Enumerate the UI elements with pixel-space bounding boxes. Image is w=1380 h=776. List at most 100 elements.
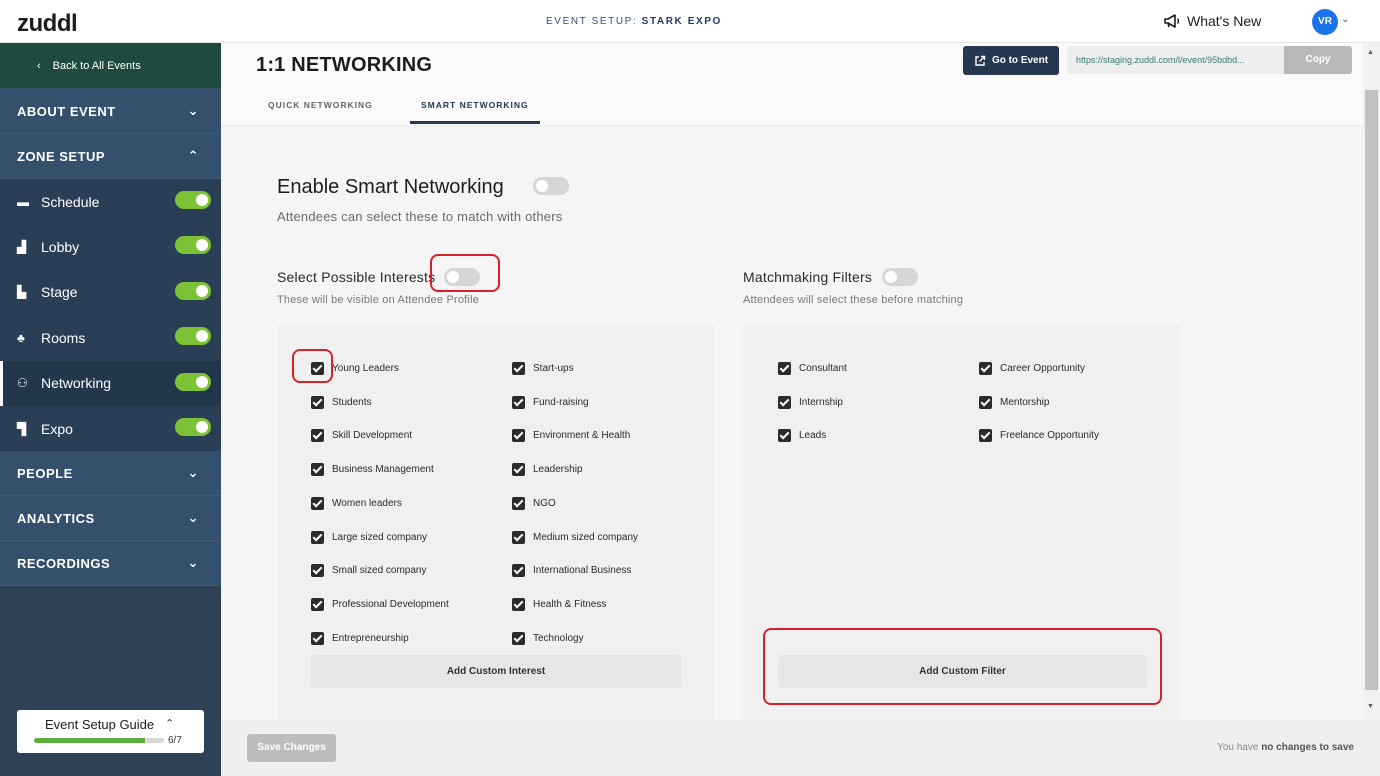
checkbox-item[interactable]: International Business: [512, 564, 631, 578]
scroll-down-arrow-icon[interactable]: ▼: [1367, 703, 1374, 710]
checkbox-checked[interactable]: [979, 429, 992, 443]
sidebar-item-expo[interactable]: ▜ Expo: [0, 405, 221, 452]
scroll-thumb[interactable]: [1365, 90, 1378, 690]
save-changes-button[interactable]: Save Changes: [247, 734, 336, 762]
checkbox-item[interactable]: Health & Fitness: [512, 597, 606, 611]
tab-smart-networking[interactable]: SMART NETWORKING: [421, 100, 529, 110]
checkbox-checked[interactable]: [512, 530, 525, 544]
checkbox-checked[interactable]: [512, 362, 525, 375]
stage-toggle[interactable]: [175, 281, 211, 300]
checkbox-checked[interactable]: [778, 362, 791, 375]
sidebar-section-analytics[interactable]: ANALYTICS ⌄: [0, 496, 221, 542]
chevron-up-icon[interactable]: ⌃: [165, 717, 174, 730]
whats-new-button[interactable]: What's New: [1163, 13, 1261, 29]
lobby-toggle[interactable]: [175, 236, 211, 255]
active-tab-indicator: [410, 121, 540, 124]
sidebar-item-networking[interactable]: ⚇ Networking: [0, 360, 221, 406]
filters-desc: Attendees will select these before match…: [743, 294, 964, 306]
copy-url-button[interactable]: Copy: [1284, 46, 1352, 74]
checkbox-label: Medium sized company: [533, 531, 639, 543]
highlight-interests-toggle: [430, 254, 500, 292]
filters-title: Matchmaking Filters: [743, 269, 873, 285]
checkbox-item[interactable]: Skill Development: [311, 429, 412, 443]
people-icon: ⚇: [17, 376, 28, 391]
checkbox-checked[interactable]: [512, 631, 525, 645]
save-status: You have no changes to save: [1217, 742, 1354, 753]
checkbox-checked[interactable]: [512, 496, 525, 510]
checkbox-item[interactable]: Leadership: [512, 463, 583, 477]
checkbox-label: Career Opportunity: [1000, 363, 1086, 374]
checkbox-checked[interactable]: [311, 530, 324, 544]
checkbox-checked[interactable]: [311, 631, 324, 645]
checkbox-checked[interactable]: [512, 597, 525, 611]
sidebar-item-rooms[interactable]: ♣ Rooms: [0, 315, 221, 361]
checkbox-checked[interactable]: [512, 463, 525, 477]
section-label: ABOUT EVENT: [17, 103, 116, 119]
event-setup-guide[interactable]: Event Setup Guide ⌃ 6/7: [17, 710, 204, 753]
sidebar-section-zone-setup[interactable]: ZONE SETUP ⌃: [0, 134, 221, 179]
sidebar-section-about-event[interactable]: ABOUT EVENT ⌄: [0, 89, 221, 134]
checkbox-item[interactable]: Freelance Opportunity: [979, 429, 1099, 443]
interests-title: Select Possible Interests: [277, 269, 436, 285]
checkbox-checked[interactable]: [512, 429, 525, 443]
event-title-prefix: EVENT SETUP:: [546, 16, 642, 27]
checkbox-checked[interactable]: [311, 564, 324, 578]
sidebar-section-recordings[interactable]: RECORDINGS ⌄: [0, 541, 221, 587]
event-name: STARK EXPO: [641, 16, 722, 27]
chevron-down-icon[interactable]: ⌄: [1341, 14, 1349, 25]
rooms-toggle[interactable]: [175, 327, 211, 346]
checkbox-checked[interactable]: [311, 496, 324, 510]
sidebar-item-stage[interactable]: ▙ Stage: [0, 269, 221, 316]
checkbox-checked[interactable]: [778, 429, 791, 443]
checkbox-item[interactable]: Professional Development: [311, 597, 449, 611]
checkbox-item[interactable]: Start-ups: [512, 362, 574, 375]
checkbox-item[interactable]: Consultant: [778, 362, 847, 375]
sidebar-item-lobby[interactable]: ▟ Lobby: [0, 224, 221, 270]
checkbox-checked[interactable]: [311, 463, 324, 477]
checkbox-checked[interactable]: [512, 395, 525, 409]
section-label: PEOPLE: [17, 465, 73, 481]
checkbox-item[interactable]: Large sized company: [311, 530, 427, 544]
checkbox-checked[interactable]: [979, 395, 992, 409]
checkbox-item[interactable]: NGO: [512, 496, 556, 510]
filters-toggle[interactable]: [882, 268, 918, 286]
checkbox-item[interactable]: Medium sized company: [512, 530, 639, 544]
event-url-field[interactable]: https://staging.zuddl.com/l/event/95bdbd…: [1067, 46, 1284, 74]
schedule-toggle[interactable]: [175, 191, 211, 209]
add-custom-interest-button[interactable]: Add Custom Interest: [311, 655, 681, 688]
checkbox-item[interactable]: Entrepreneurship: [311, 631, 409, 645]
checkbox-checked[interactable]: [311, 395, 324, 409]
checkbox-checked[interactable]: [311, 429, 324, 443]
checkbox-label: Business Management: [332, 464, 434, 476]
checkbox-item[interactable]: Internship: [778, 395, 843, 409]
user-avatar[interactable]: VR: [1312, 9, 1338, 35]
checkbox-item[interactable]: Small sized company: [311, 564, 426, 578]
go-to-event-button[interactable]: Go to Event: [963, 46, 1059, 75]
page-title: 1:1 NETWORKING: [256, 54, 433, 76]
sidebar: ‹ Back to All Events ABOUT EVENT ⌄ ZONE …: [0, 43, 221, 776]
checkbox-item[interactable]: Leads: [778, 429, 826, 443]
checkbox-checked[interactable]: [311, 597, 324, 611]
checkbox-item[interactable]: Women leaders: [311, 496, 402, 510]
expo-toggle[interactable]: [175, 417, 211, 436]
back-to-events-link[interactable]: ‹ Back to All Events: [0, 43, 221, 89]
checkbox-item[interactable]: Fund-raising: [512, 395, 589, 409]
tab-quick-networking[interactable]: QUICK NETWORKING: [268, 100, 373, 110]
sidebar-item-schedule[interactable]: ▬ Schedule: [0, 179, 221, 225]
checkbox-checked[interactable]: [979, 362, 992, 375]
enable-smart-networking-toggle[interactable]: [533, 177, 569, 195]
checkbox-label: Leadership: [533, 464, 583, 476]
checkbox-item[interactable]: Environment & Health: [512, 429, 630, 443]
main-scrollbar[interactable]: ▲ ▼: [1363, 43, 1380, 720]
checkbox-item[interactable]: Business Management: [311, 463, 434, 477]
checkbox-checked[interactable]: [512, 564, 525, 578]
checkbox-item[interactable]: Mentorship: [979, 395, 1049, 409]
checkbox-item[interactable]: Students: [311, 395, 371, 409]
checkbox-checked[interactable]: [778, 395, 791, 409]
checkbox-label: Entrepreneurship: [332, 632, 409, 644]
sidebar-section-people[interactable]: PEOPLE ⌄: [0, 451, 221, 497]
scroll-up-arrow-icon[interactable]: ▲: [1367, 49, 1374, 56]
networking-toggle[interactable]: [175, 372, 211, 391]
checkbox-item[interactable]: Technology: [512, 631, 584, 645]
checkbox-item[interactable]: Career Opportunity: [979, 362, 1085, 375]
